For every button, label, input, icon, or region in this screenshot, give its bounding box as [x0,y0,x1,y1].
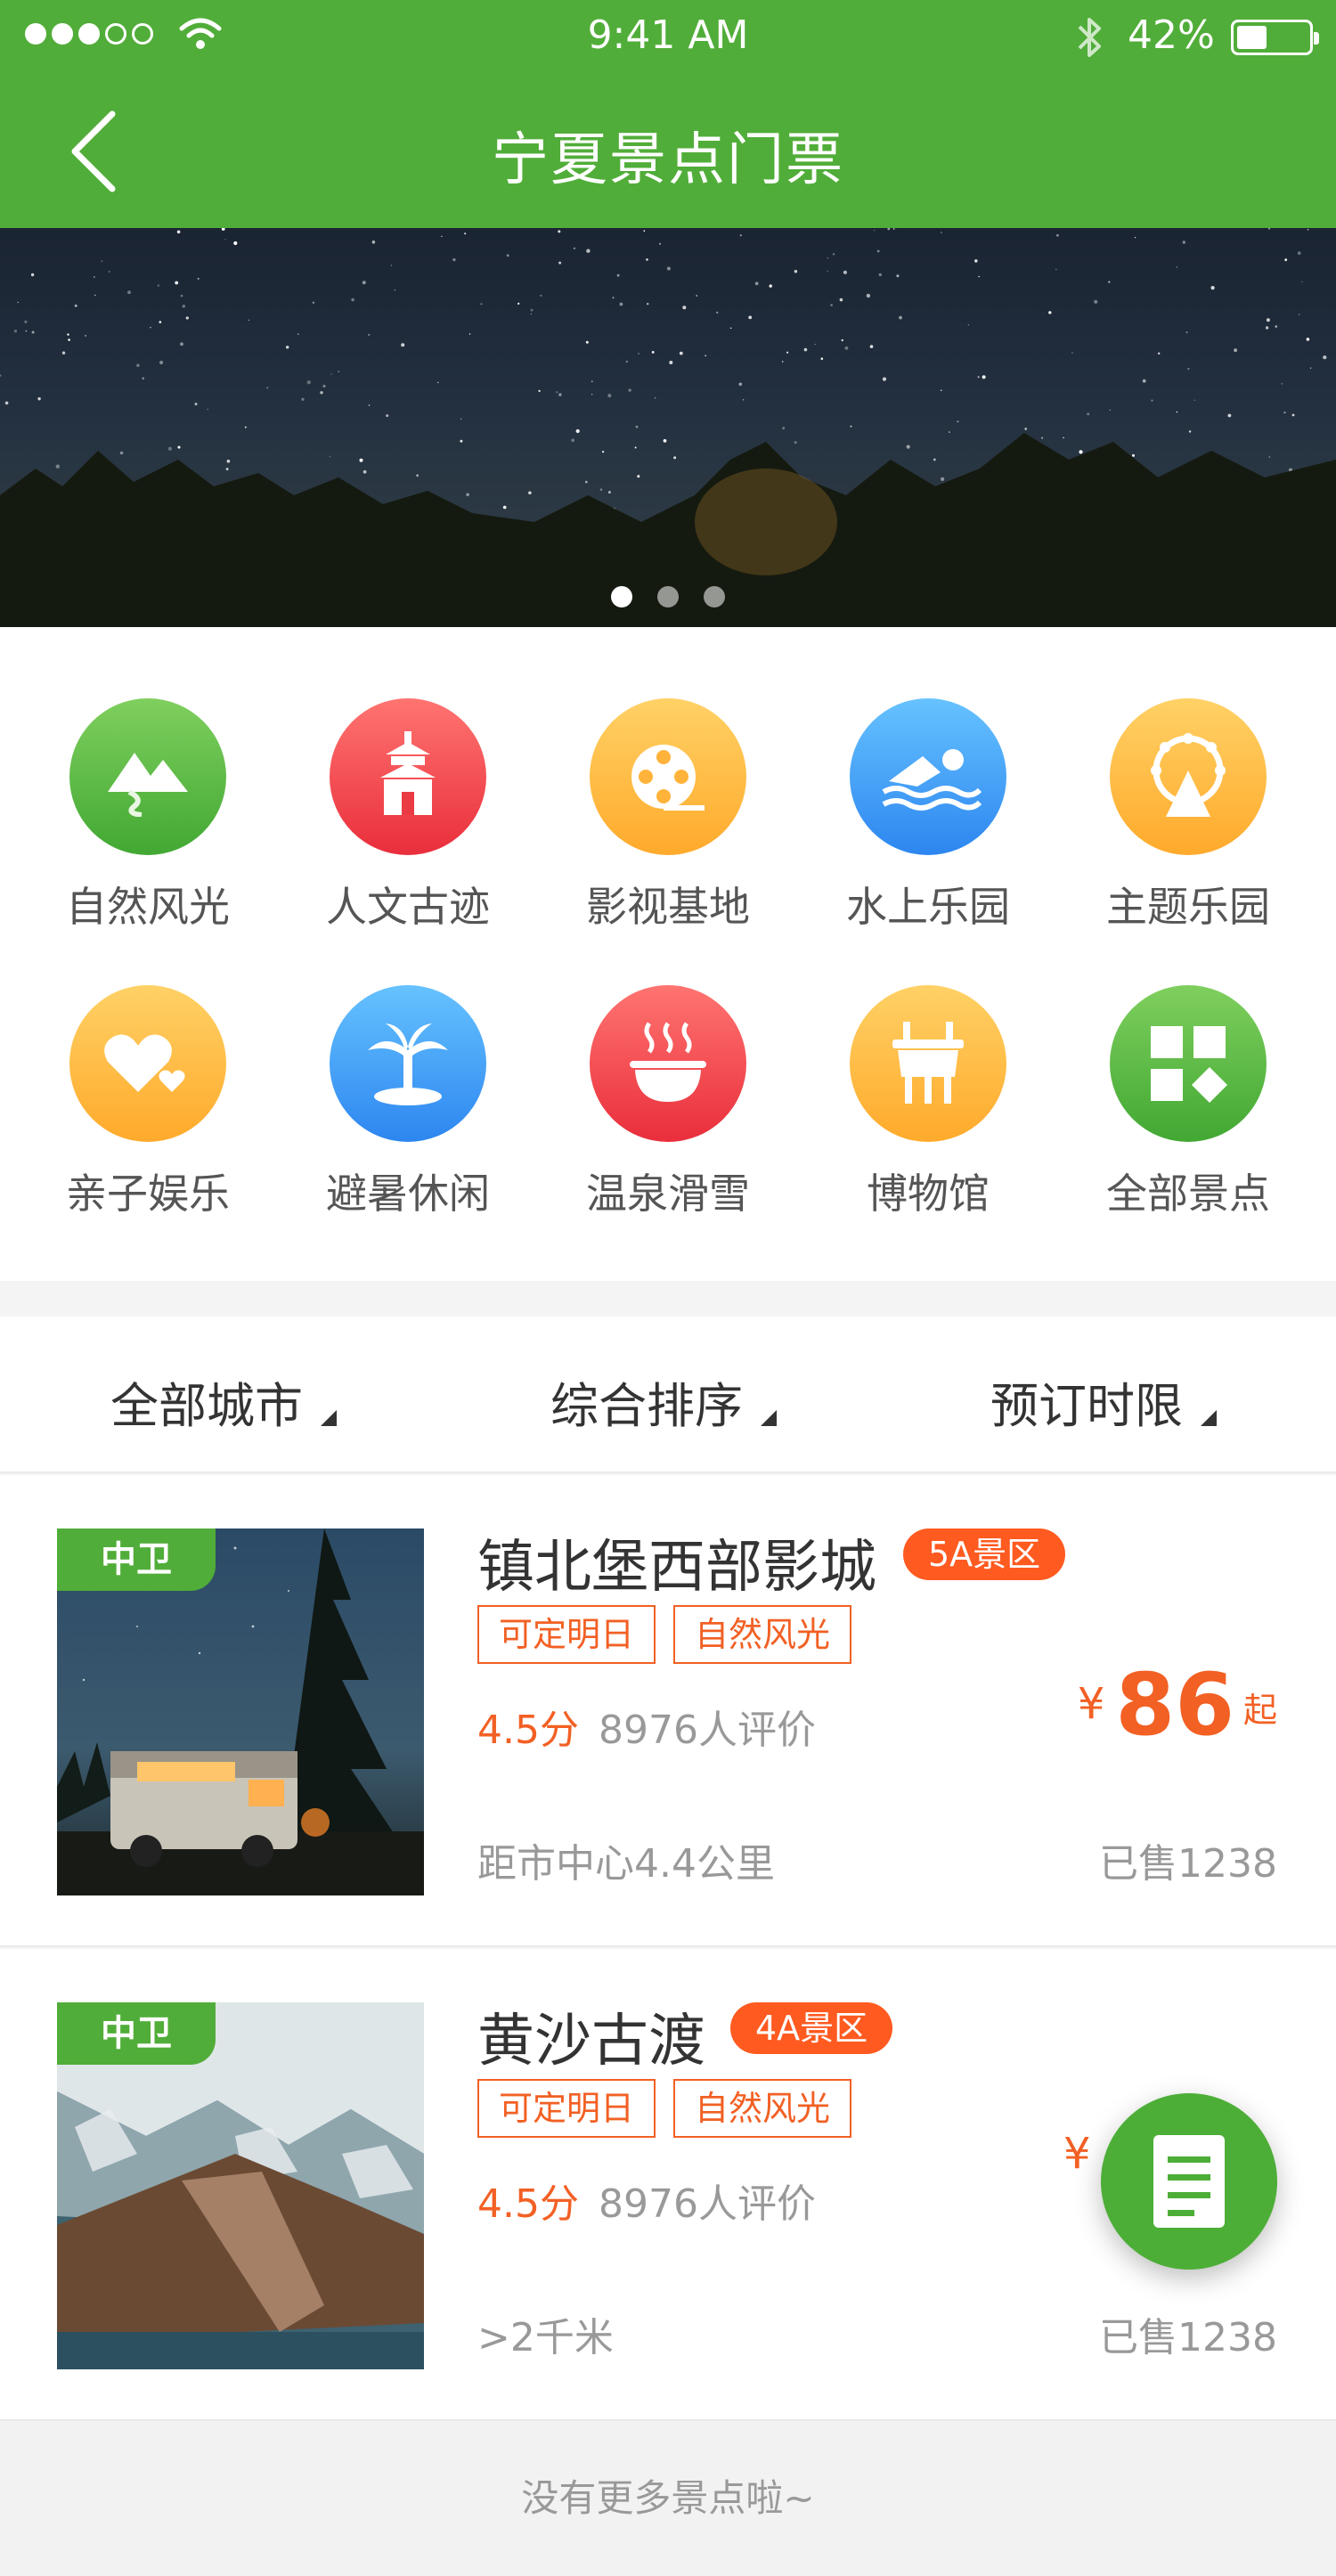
category-2[interactable]: 人文古迹 [278,698,538,933]
tag-category: 自然风光 [673,1605,852,1664]
category-label: 水上乐园 [846,883,1010,931]
status-bar: 9:41 AM 42% [0,0,1336,71]
price-suffix: 起 [1242,1691,1277,1730]
rating-score: 4.5分 [477,2181,579,2227]
category-5[interactable]: 主题乐园 [1058,698,1318,933]
category-7[interactable]: 避暑休闲 [278,985,538,1220]
filter-bar: 全部城市 综合排序 预订时限 [0,1317,1336,1473]
app-header: 9:41 AM 42% 宁夏景点门票 [0,0,1336,228]
currency-symbol: ¥ [1063,2129,1091,2179]
sold-count: 已售1238 [1099,2315,1277,2360]
temple-icon [330,698,486,855]
list-item[interactable]: 中卫 镇北堡西部影城 5A景区 可定明日 自然风光 4.5分 8976人评价 ¥… [0,1475,1336,1947]
carousel-pagination[interactable] [0,586,1336,607]
ding-vessel-icon [850,985,1006,1142]
filter-city-label: 全部城市 [110,1378,303,1434]
category-4[interactable]: 水上乐园 [798,698,1058,933]
attraction-name: 黄沙古渡 [477,2009,705,2075]
dropdown-triangle-icon [761,1410,777,1426]
carousel-dot[interactable] [657,586,679,607]
filter-booking-time[interactable]: 预订时限 [990,1366,1217,1437]
grade-badge: 4A景区 [730,2002,893,2054]
category-9[interactable]: 博物馆 [798,985,1058,1220]
category-label: 避暑休闲 [326,1170,490,1218]
tag-bookable-tomorrow: 可定明日 [477,1605,656,1664]
film-reel-icon [590,698,746,855]
bluetooth-icon [1078,18,1101,57]
filter-booking-time-label: 预订时限 [990,1378,1183,1434]
mountain-icon [69,698,226,855]
hearts-icon [69,985,226,1142]
category-label: 全部景点 [1106,1170,1270,1218]
sold-count: 已售1238 [1099,1841,1277,1887]
tag-category: 自然风光 [673,2079,852,2138]
category-label: 人文古迹 [326,883,490,931]
category-10[interactable]: 全部景点 [1058,985,1318,1220]
review-count: 8976人评价 [599,1708,816,1753]
attraction-thumbnail: 中卫 [57,1528,424,1895]
category-6[interactable]: 亲子娱乐 [18,985,278,1220]
price-value: 86 [1115,1655,1234,1755]
starry-sky-image [0,228,1336,627]
category-label: 博物馆 [867,1170,990,1218]
swimmer-icon [850,698,1006,855]
dropdown-triangle-icon [1201,1410,1217,1426]
distance: >2千米 [477,2315,614,2360]
category-label: 主题乐园 [1106,883,1270,931]
category-label: 自然风光 [66,883,230,931]
orders-fab-button[interactable] [1101,2093,1277,2270]
palm-tree-icon [330,985,486,1142]
carousel-dot[interactable] [611,586,632,607]
category-8[interactable]: 温泉滑雪 [538,985,798,1220]
review-count: 8976人评价 [599,2181,816,2227]
page-title: 宁夏景点门票 [492,127,844,193]
attraction-thumbnail: 中卫 [57,2002,424,2369]
price: ¥86 起 [1078,1655,1277,1755]
carousel-dot[interactable] [704,586,725,607]
category-1[interactable]: 自然风光 [18,698,278,933]
attraction-name: 镇北堡西部影城 [477,1535,876,1601]
category-label: 影视基地 [586,883,750,931]
tag-bookable-tomorrow: 可定明日 [477,2079,656,2138]
filter-sort-label: 综合排序 [550,1378,743,1434]
rating-score: 4.5分 [477,1708,579,1753]
ferris-wheel-icon [1110,698,1267,855]
grid-icon [1110,985,1267,1142]
filter-sort[interactable]: 综合排序 [550,1366,777,1437]
currency-symbol: ¥ [1077,1679,1105,1729]
category-grid: 自然风光 人文古迹 影视基地 水上乐园 主题乐园亲子娱乐 避暑休闲 温泉滑雪 博物馆 全部景点 [0,627,1336,1281]
document-icon [1153,2135,1225,2228]
filter-city[interactable]: 全部城市 [110,1366,337,1437]
banner-carousel[interactable] [0,228,1336,627]
battery-percent: 42% [1128,12,1215,58]
end-of-list-notice: 没有更多景点啦~ [0,2421,1336,2576]
distance: 距市中心4.4公里 [477,1841,775,1887]
battery-icon [1231,20,1319,55]
grade-badge: 5A景区 [903,1528,1066,1580]
category-label: 亲子娱乐 [66,1170,230,1218]
price: ¥ [1063,2129,1102,2188]
city-badge: 中卫 [57,2002,216,2065]
city-badge: 中卫 [57,1528,216,1591]
category-3[interactable]: 影视基地 [538,698,798,933]
dropdown-triangle-icon [321,1410,337,1426]
hot-spring-icon [590,985,746,1142]
category-label: 温泉滑雪 [586,1170,750,1218]
